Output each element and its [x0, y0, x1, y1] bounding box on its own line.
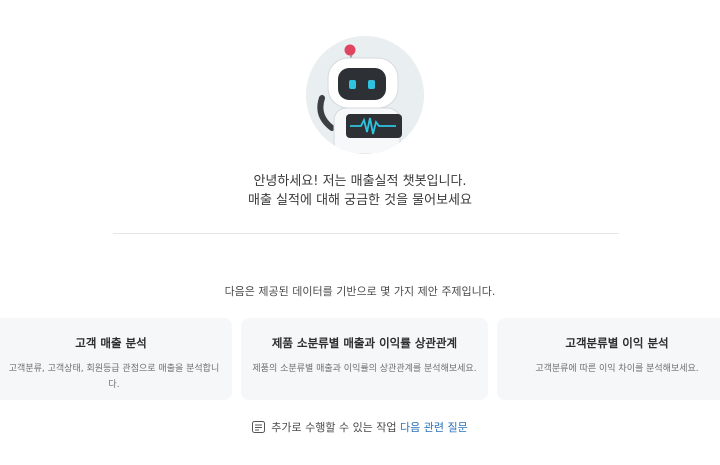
- suggestion-card-customer-sales[interactable]: 고객 매출 분석 고객분류, 고객상태, 회원등급 관점으로 매출을 분석합니다…: [0, 318, 232, 400]
- divider: [113, 233, 619, 234]
- footer-text: 추가로 수행할 수 있는 작업: [271, 421, 397, 434]
- greeting-line-2: 매출 실적에 대해 궁금한 것을 물어보세요: [248, 193, 472, 208]
- card-description: 제품의 소분류별 매출과 이익률의 상관관계를 분석해보세요.: [252, 364, 477, 374]
- card-description: 고객분류에 따른 이익 차이를 분석해보세요.: [535, 364, 699, 374]
- related-questions-footer: 추가로 수행할 수 있는 작업 다음 관련 질문: [0, 419, 720, 436]
- card-description: 고객분류, 고객상태, 회원등급 관점으로 매출을 분석합니다.: [8, 364, 220, 390]
- suggestions-intro: 다음은 제공된 데이터를 기반으로 몇 가지 제안 주제입니다.: [224, 285, 496, 298]
- robot-icon: [306, 36, 424, 154]
- card-title: 고객분류별 이익 분석: [565, 336, 669, 350]
- suggestion-card-product-correlation[interactable]: 제품 소분류별 매출과 이익률 상관관계 제품의 소분류별 매출과 이익률의 상…: [241, 318, 488, 400]
- suggestion-card-customer-profit[interactable]: 고객분류별 이익 분석 고객분류에 따른 이익 차이를 분석해보세요.: [497, 318, 720, 400]
- note-icon: [252, 421, 266, 436]
- related-questions-link[interactable]: 다음 관련 질문: [400, 421, 468, 434]
- greeting-message: 안녕하세요! 저는 매출실적 챗봇입니다. 매출 실적에 대해 궁금한 것을 물…: [0, 172, 720, 210]
- chatbot-avatar: [306, 36, 424, 154]
- card-title: 제품 소분류별 매출과 이익률 상관관계: [271, 336, 458, 350]
- greeting-line-1: 안녕하세요! 저는 매출실적 챗봇입니다.: [253, 174, 467, 189]
- card-title: 고객 매출 분석: [75, 336, 147, 350]
